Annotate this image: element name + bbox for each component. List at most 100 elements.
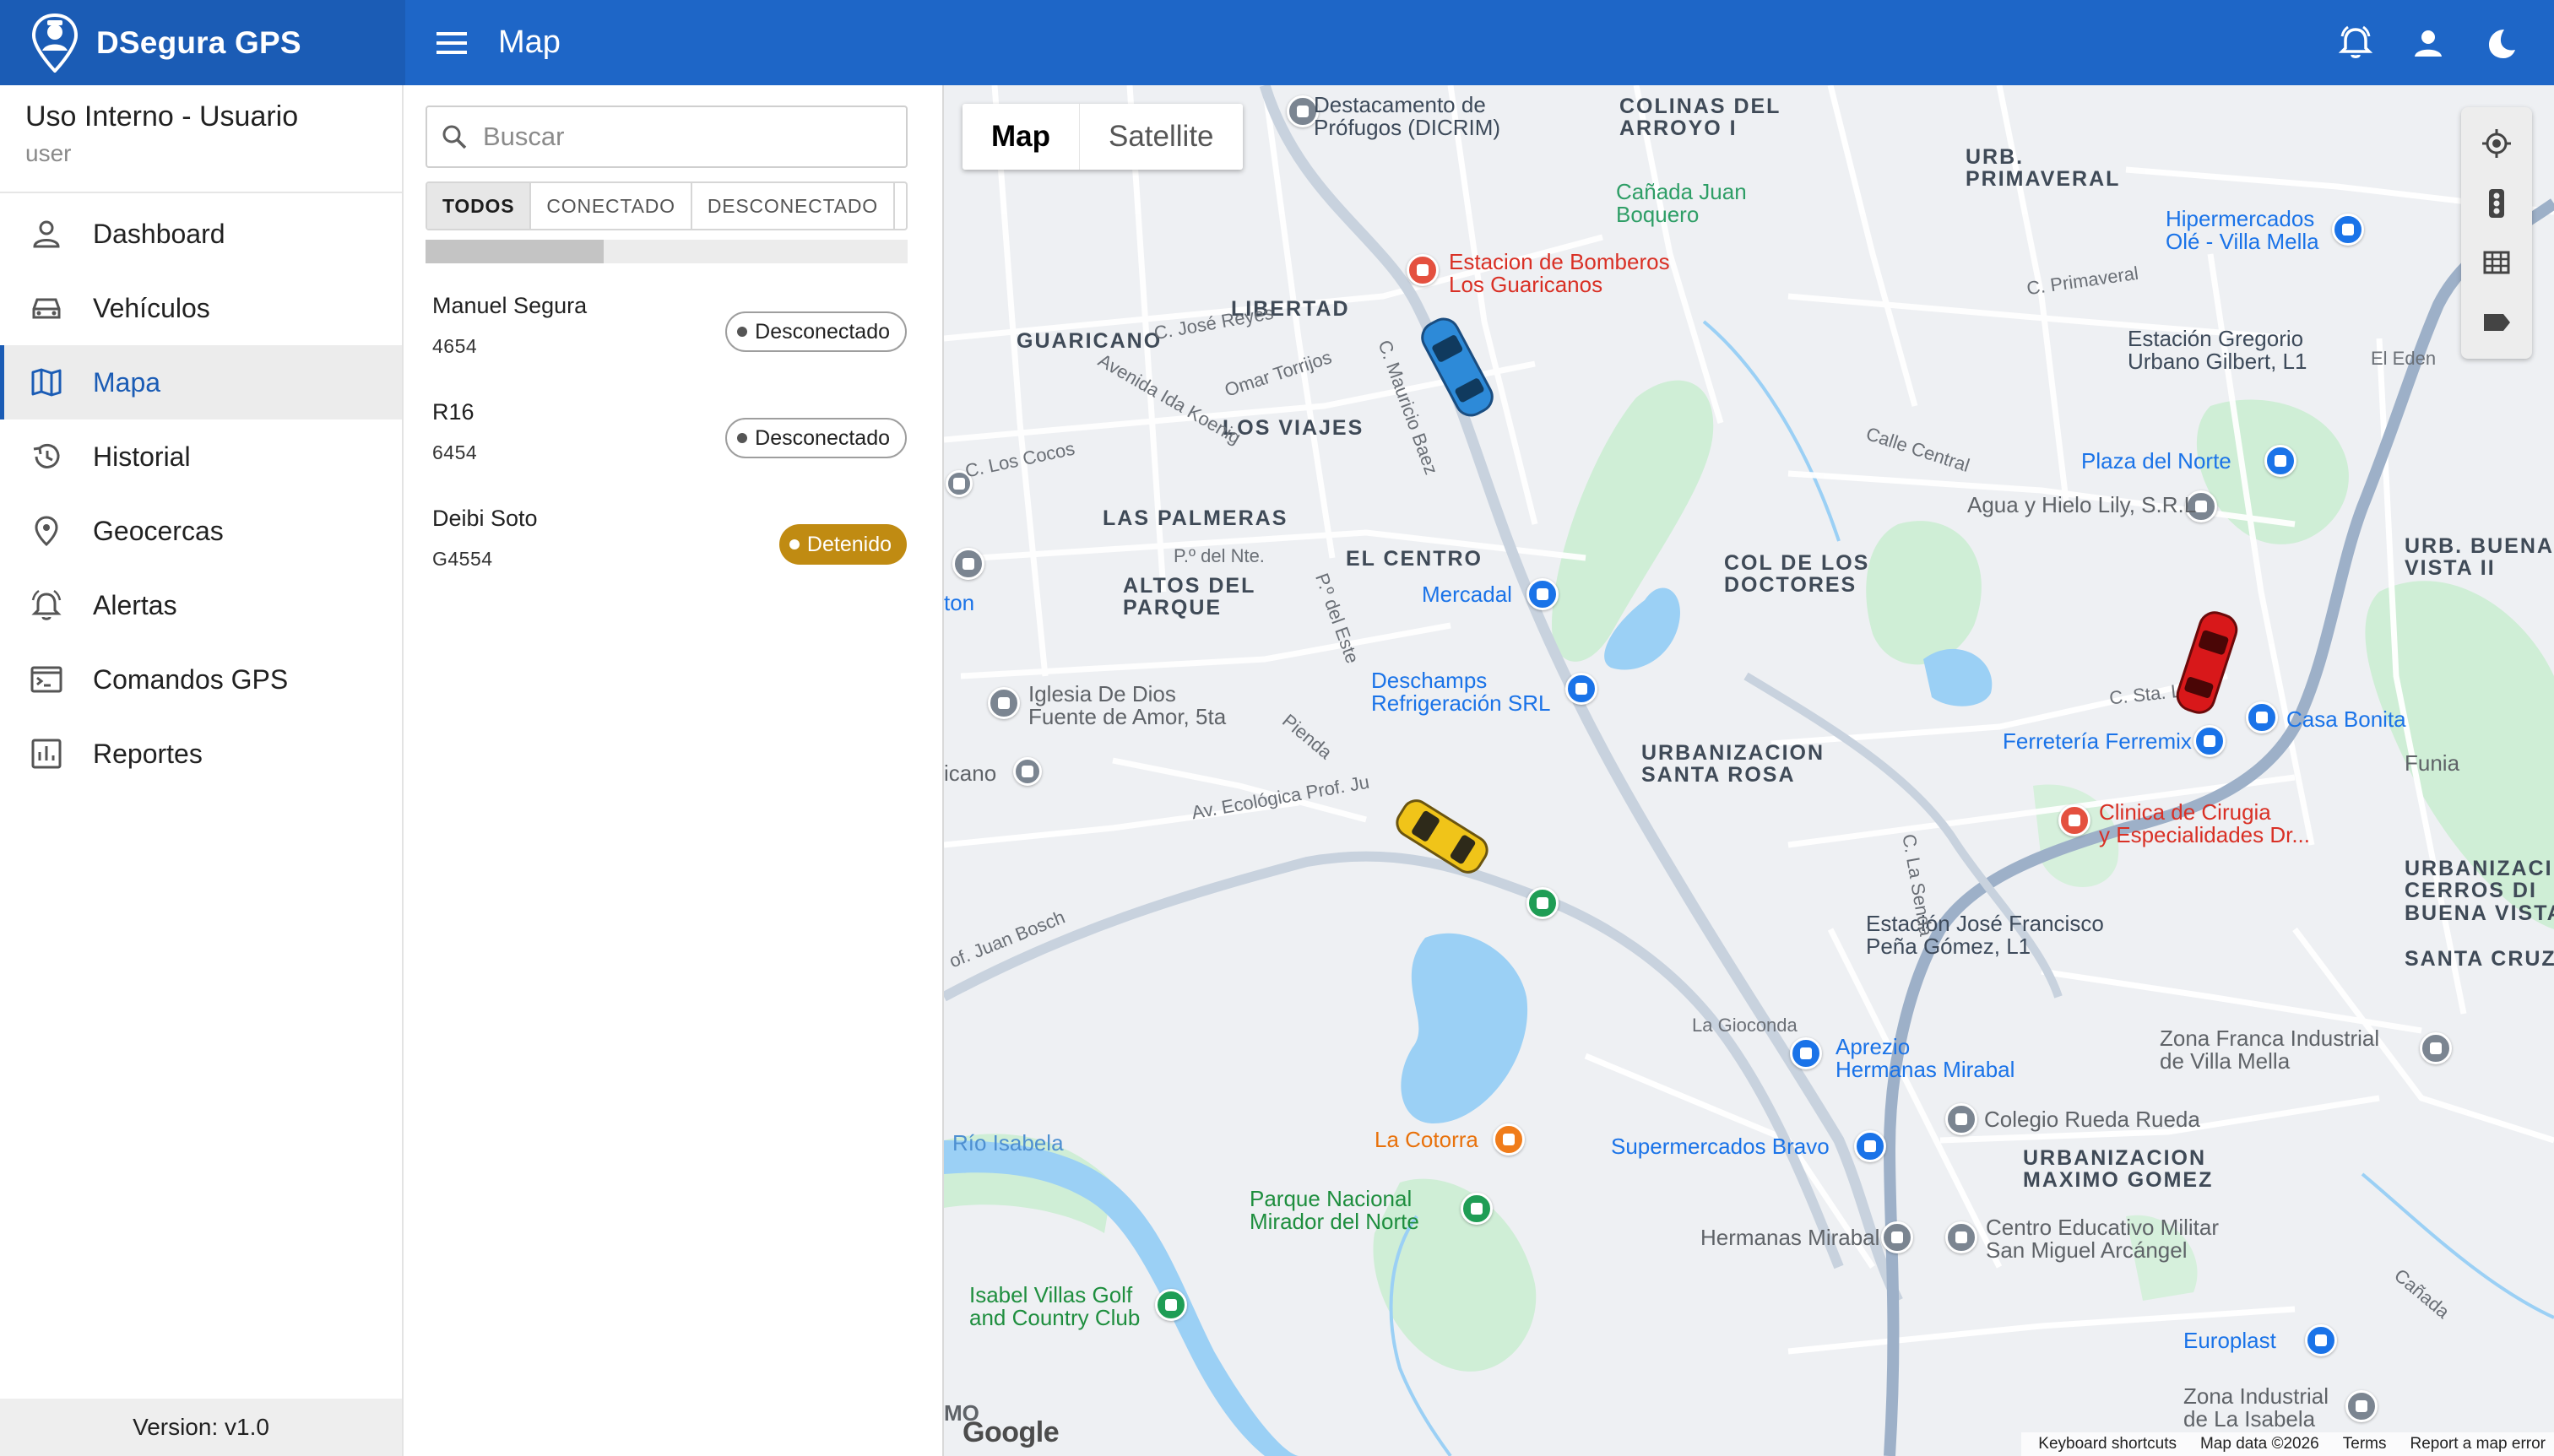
map-label-poi: Supermercados Bravo [1611,1134,1830,1159]
user-info: Uso Interno - Usuario user [0,85,402,193]
poi-pin[interactable] [1945,1221,1977,1253]
traffic-button[interactable] [2477,184,2516,223]
location-pin-person-icon [31,13,79,73]
poi-pin[interactable] [2332,214,2364,246]
map-label-poi: Estación José Francisco Peña Gómez, L1 [1866,911,2104,960]
map-label-area: SANTA CRUZ [2405,947,2554,971]
status-label: Desconectado [755,425,890,450]
chart-icon [29,736,64,771]
poi-pin[interactable] [2345,1390,2378,1422]
map-label-poi: Mercadal [1422,582,1512,607]
map-label-area: URB. PRIMAVERAL [1966,145,2121,192]
map-label-poi: Europlast [2183,1328,2276,1353]
device-item[interactable]: R16 6454 Desconectado [432,391,915,484]
account-icon [2415,30,2442,57]
poi-pin[interactable] [1493,1123,1525,1156]
nav-item-label: Alertas [93,589,177,620]
map-label-poi: Plaza del Norte [2081,448,2231,474]
account-button[interactable] [2409,24,2448,62]
poi-pin[interactable] [988,687,1020,719]
map-label-poi: Iglesia De Dios Fuente de Amor, 5ta [1028,681,1227,730]
terminal-icon [29,662,64,697]
nav-item-label: Geocercas [93,515,224,546]
poi-pin[interactable] [1881,1221,1913,1253]
location-icon [29,513,64,549]
dark-mode-icon [2489,29,2515,58]
grid-layer-icon [2483,251,2510,274]
map-label-area: COLINAS DEL ARROYO I [1619,95,1781,141]
poi-pin[interactable] [1790,1037,1822,1069]
map-label-poi: ton [944,590,975,615]
map-label-area: ALTOS DEL PARQUE [1123,574,1256,620]
poi-pin[interactable] [1407,254,1439,286]
map-canvas[interactable]: Map Satellite COLINAS DEL ARROYO I URB. PR… [944,85,2554,1456]
keyboard-shortcuts-link[interactable]: Keyboard shortcuts [2038,1435,2177,1453]
poi-pin[interactable] [1526,578,1559,610]
search-input[interactable] [483,122,888,152]
version-label: Version: v1.0 [0,1399,402,1456]
tab-desconectado[interactable]: DESCONECTADO [692,183,895,229]
map-label-street: El Eden [2371,348,2437,369]
nav-item-geocercas[interactable]: Geocercas [0,494,402,568]
search-icon [442,125,467,149]
progress-fill [426,240,605,263]
poi-pin[interactable] [2420,1032,2452,1064]
tab-conectado[interactable]: CONECTADO [531,183,692,229]
nav-item-label: Historial [93,441,191,472]
alarm-icon [29,587,64,623]
alerts-button[interactable] [2336,24,2375,62]
vehicle-marker-blue[interactable] [1415,308,1499,426]
poi-pin[interactable] [1945,1103,1977,1135]
poi-pin[interactable] [2264,445,2296,477]
map-type-satellite-button[interactable]: Satellite [1079,104,1243,170]
poi-pin[interactable] [2305,1324,2337,1356]
map-type-map-button[interactable]: Map [962,104,1079,170]
nav-item-label: Reportes [93,738,203,769]
map-label-poi: Centro Educativo Militar San Miguel Arcán… [1986,1215,2219,1264]
map-label-area: URB. BUENA VISTA II [2405,534,2554,581]
vehicle-marker-red[interactable] [2165,604,2249,722]
poi-pin[interactable] [1854,1130,1886,1162]
report-error-link[interactable]: Report a map error [2410,1435,2546,1453]
nav-item-dashboard[interactable]: Dashboard [0,197,402,271]
dark-mode-button[interactable] [2481,24,2520,62]
nav-item-historial[interactable]: Historial [0,419,402,494]
device-item[interactable]: Manuel Segura 4654 Desconectado [432,284,915,377]
loading-progress-bar [426,240,908,263]
hamburger-icon [437,31,467,54]
map-controls [2461,107,2532,359]
device-item[interactable]: Deibi Soto G4554 Detenido [432,497,915,590]
menu-button[interactable] [405,0,498,85]
status-badge: Desconectado [725,418,907,458]
tab-todos[interactable]: TODOS [427,183,532,229]
device-panel: TODOS CONECTADO DESCONECTADO EN Manuel S… [405,85,944,1456]
map-label-poi: Aprezio Hermanas Mirabal [1836,1034,2015,1083]
my-location-button[interactable] [2477,124,2516,163]
poi-pin[interactable] [2058,804,2090,836]
top-app-bar: Map [405,0,2554,85]
poi-pin[interactable] [952,548,984,580]
label-button[interactable] [2477,303,2516,342]
poi-pin[interactable] [1013,757,1042,786]
poi-pin[interactable] [2246,701,2278,733]
map-label-water: Río Isabela [952,1130,1064,1156]
nav-item-vehiculos[interactable]: Vehículos [0,271,402,345]
nav-item-reportes[interactable]: Reportes [0,717,402,791]
map-label-poi: Hermanas Mirabal [1700,1225,1880,1250]
device-name: Deibi Soto [432,506,538,531]
vehicle-marker-yellow[interactable] [1383,777,1501,896]
nav-item-label: Dashboard [93,218,225,249]
terms-link[interactable]: Terms [2343,1435,2387,1453]
poi-pin[interactable] [1461,1193,1493,1225]
map-icon [29,365,64,400]
nav-item-comandos[interactable]: Comandos GPS [0,642,402,717]
nav-item-mapa[interactable]: Mapa [0,345,402,419]
nav-item-alertas[interactable]: Alertas [0,568,402,642]
poi-pin[interactable] [1565,673,1597,705]
poi-pin[interactable] [1155,1289,1187,1321]
poi-pin[interactable] [1526,887,1559,919]
grid-layer-button[interactable] [2477,243,2516,282]
tab-en[interactable]: EN [895,183,906,229]
my-location-icon [2482,129,2511,159]
poi-pin[interactable] [2193,725,2226,757]
